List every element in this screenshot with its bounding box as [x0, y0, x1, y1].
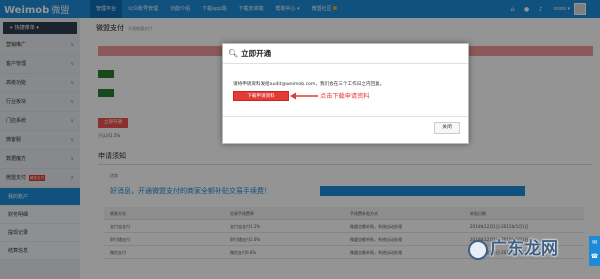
- apply-modal: 🔍︎ 立即开通 请将申请资料发给audit@weimob.com，我们会在三个工…: [222, 43, 469, 144]
- watermark-text: 广东龙网: [490, 239, 558, 259]
- download-annotation: 点击下载申请资料: [320, 93, 370, 100]
- watermark-emblem-icon: [468, 239, 488, 260]
- search-icon: 🔍︎: [228, 49, 239, 58]
- modal-divider: [223, 116, 468, 117]
- modal-message: 请将申请资料发给audit@weimob.com，我们会在三个工作日之内回复。: [233, 82, 385, 87]
- arrow-left-icon: [290, 92, 318, 100]
- phone-icon[interactable]: ☎: [589, 250, 600, 264]
- close-button[interactable]: 关闭: [434, 122, 460, 134]
- modal-title: 立即开通: [241, 49, 272, 58]
- watermark-logo: 广东龙网: [468, 234, 558, 260]
- chat-icon[interactable]: ✉: [589, 236, 600, 250]
- download-materials-button[interactable]: 下载申请资料: [233, 91, 289, 101]
- modal-header: 🔍︎ 立即开通: [223, 44, 468, 64]
- floating-contact-bar: ✉ ☎: [589, 236, 600, 266]
